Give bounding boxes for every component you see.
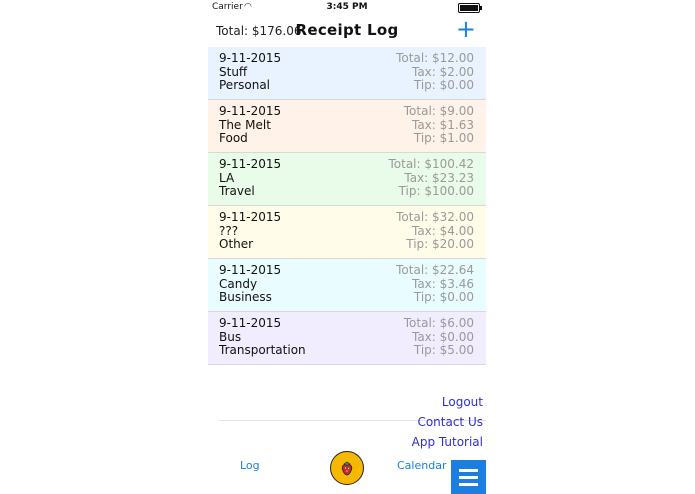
receipt-tip: Tip: $0.00 (413, 290, 474, 304)
receipt-name: The Melt (219, 117, 271, 132)
receipt-amounts: Total: $22.64 Tax: $3.46 Tip: $0.00 (396, 263, 474, 305)
tab-log[interactable]: Log (240, 459, 260, 472)
receipt-name: ??? (219, 223, 239, 238)
receipt-total: Total: $9.00 (403, 104, 474, 118)
receipt-tax: Tax: $1.63 (411, 117, 474, 132)
tab-calendar[interactable]: Calendar (397, 459, 446, 472)
receipt-total: Total: $6.00 (403, 316, 474, 330)
receipt-info: 9-11-2015 The Melt Food (219, 104, 282, 146)
receipt-info: 9-11-2015 Stuff Personal (219, 51, 282, 93)
receipt-category: Transportation (219, 343, 306, 357)
logout-link[interactable]: Logout (442, 395, 483, 409)
receipt-category: Other (219, 237, 254, 251)
receipt-info: 9-11-2015 LA Travel (219, 157, 282, 199)
receipt-tax: Tax: $4.00 (411, 223, 474, 238)
hamburger-menu-button[interactable] (451, 460, 486, 494)
receipt-info: 9-11-2015 ??? Other (219, 210, 282, 252)
receipt-category: Personal (219, 78, 271, 92)
receipt-date: 9-11-2015 (219, 210, 282, 224)
receipt-name: LA (219, 170, 235, 185)
receipt-amounts: Total: $6.00 Tax: $0.00 Tip: $5.00 (403, 316, 474, 358)
receipt-total: Total: $32.00 (396, 210, 474, 224)
receipt-total: Total: $22.64 (396, 263, 474, 277)
receipt-tax: Tax: $0.00 (411, 329, 474, 344)
receipt-date: 9-11-2015 (219, 263, 282, 277)
battery-icon (458, 3, 482, 13)
add-receipt-button[interactable]: + (456, 16, 476, 42)
receipt-date: 9-11-2015 (219, 316, 282, 330)
receipt-amounts: Total: $9.00 Tax: $1.63 Tip: $1.00 (403, 104, 474, 146)
receipt-name: Stuff (219, 64, 248, 79)
strawberry-icon (341, 461, 353, 476)
receipt-info: 9-11-2015 Bus Transportation (219, 316, 306, 358)
receipt-date: 9-11-2015 (219, 157, 282, 171)
center-action-button[interactable] (330, 451, 364, 485)
status-bar: Carrier ◠ 3:45 PM (208, 0, 486, 14)
receipt-tip: Tip: $1.00 (413, 131, 474, 145)
receipt-total: Total: $100.42 (388, 157, 474, 171)
receipt-tax: Tax: $2.00 (411, 64, 474, 79)
receipt-tax: Tax: $23.23 (404, 170, 474, 185)
receipt-row[interactable]: 9-11-2015 Bus Transportation Total: $6.0… (208, 312, 486, 365)
plus-icon: + (455, 15, 476, 43)
contact-us-link[interactable]: Contact Us (417, 415, 483, 429)
receipt-total: Total: $12.00 (396, 51, 474, 65)
receipt-tip: Tip: $5.00 (413, 343, 474, 357)
receipt-tax: Tax: $3.46 (411, 276, 474, 291)
app-screen: Carrier ◠ 3:45 PM Total: $176.06 Receipt… (208, 0, 486, 494)
receipt-date: 9-11-2015 (219, 51, 282, 65)
receipt-category: Business (219, 290, 272, 304)
receipt-amounts: Total: $100.42 Tax: $23.23 Tip: $100.00 (388, 157, 474, 199)
receipt-date: 9-11-2015 (219, 104, 282, 118)
receipt-tip: Tip: $20.00 (406, 237, 474, 251)
receipt-tip: Tip: $100.00 (398, 184, 474, 198)
receipt-row[interactable]: 9-11-2015 Candy Business Total: $22.64 T… (208, 259, 486, 312)
app-tutorial-link[interactable]: App Tutorial (412, 435, 483, 449)
receipt-row[interactable]: 9-11-2015 Stuff Personal Total: $12.00 T… (208, 47, 486, 100)
receipt-name: Bus (219, 329, 242, 344)
receipt-category: Food (219, 131, 248, 145)
receipt-amounts: Total: $12.00 Tax: $2.00 Tip: $0.00 (396, 51, 474, 93)
header: Total: $176.06 Receipt Log + (208, 16, 486, 44)
receipt-row[interactable]: 9-11-2015 LA Travel Total: $100.42 Tax: … (208, 153, 486, 206)
status-time: 3:45 PM (326, 2, 368, 12)
receipt-name: Candy (219, 276, 258, 291)
receipt-category: Travel (219, 184, 255, 198)
receipt-row[interactable]: 9-11-2015 The Melt Food Total: $9.00 Tax… (208, 100, 486, 153)
receipt-row[interactable]: 9-11-2015 ??? Other Total: $32.00 Tax: $… (208, 206, 486, 259)
receipt-info: 9-11-2015 Candy Business (219, 263, 282, 305)
receipt-tip: Tip: $0.00 (413, 78, 474, 92)
receipt-amounts: Total: $32.00 Tax: $4.00 Tip: $20.00 (396, 210, 474, 252)
page-title: Receipt Log (295, 21, 399, 39)
receipt-list: 9-11-2015 Stuff Personal Total: $12.00 T… (208, 47, 486, 365)
